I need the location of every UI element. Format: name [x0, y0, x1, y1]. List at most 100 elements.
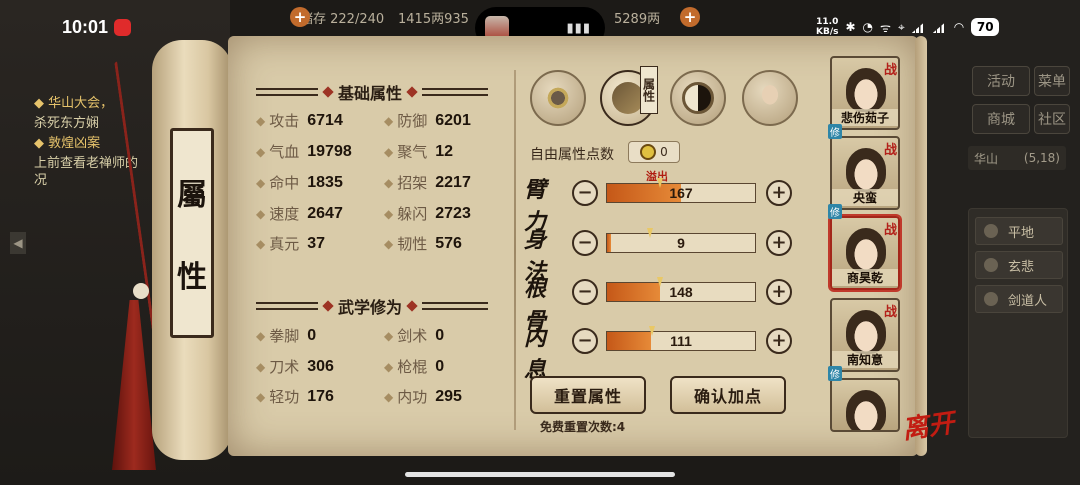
cultivate-badge: 修: [828, 204, 842, 219]
quest-line-1[interactable]: ◆ 华山大会，: [34, 92, 113, 111]
decrease-button[interactable]: −: [572, 180, 598, 206]
app-notification-icon: [114, 19, 131, 36]
hero-card-selected[interactable]: 战商昊乾: [830, 216, 900, 290]
cultivate-badge: 修: [828, 366, 842, 381]
increase-button[interactable]: +: [766, 230, 792, 256]
silver-counter: 1415两935: [398, 6, 469, 28]
community-button[interactable]: 社区: [1034, 104, 1070, 134]
hero-card[interactable]: [830, 378, 900, 432]
location-row: 华山 (5,18): [968, 146, 1066, 170]
hero-portrait-icon[interactable]: [530, 70, 586, 126]
cultivate-badge: 修: [828, 124, 842, 139]
hero-card[interactable]: 战央蛮: [830, 136, 900, 210]
place-item[interactable]: 平地: [975, 217, 1063, 245]
net-speed: 11.0 KB/s: [816, 17, 839, 37]
hero-card[interactable]: 战南知意: [830, 298, 900, 372]
decrease-button[interactable]: −: [572, 279, 598, 305]
stat-bar: 148: [606, 277, 756, 302]
quest-line-3[interactable]: ◆ 敦煌凶案: [34, 132, 100, 151]
stat-row-strength: 臂力 − 167 +: [524, 172, 794, 235]
place-item[interactable]: 玄悲: [975, 251, 1063, 279]
place-label: 玄悲: [1008, 259, 1035, 275]
menu-button[interactable]: 菜单: [1034, 66, 1070, 96]
place-label: 平地: [1008, 225, 1035, 241]
place-label: 剑道人: [1008, 293, 1048, 309]
hero-name: 央蛮: [832, 189, 898, 206]
martial-fist: ◆ 拳脚 0: [256, 326, 317, 346]
wifi-icon: ◠: [953, 20, 965, 34]
hero-portrait: [846, 390, 886, 430]
stat-value: 148: [669, 284, 693, 300]
martial-blade: ◆ 刀术 306: [256, 357, 334, 377]
stat-bar: 167: [606, 178, 756, 203]
attr-attack: ◆ 攻击 6714: [256, 111, 343, 131]
attr-defense: ◆ 防御 6201: [384, 111, 471, 131]
panel-divider: [514, 70, 516, 430]
quest-line-4[interactable]: 上前查看老禅师的: [34, 152, 138, 171]
scroll-title-char: 性: [177, 260, 207, 295]
activity-button[interactable]: 活动: [972, 66, 1030, 96]
battle-badge: 战: [883, 223, 897, 238]
alarm-icon: ◔: [862, 20, 874, 34]
collapse-arrow-icon[interactable]: ◀: [10, 232, 26, 254]
hero-card[interactable]: 战悲伤茹子: [830, 56, 900, 130]
increase-button[interactable]: +: [766, 328, 792, 354]
add-gold-icon[interactable]: +: [680, 7, 700, 27]
martial-header: 武学修为: [256, 294, 489, 318]
leave-button[interactable]: 离开: [900, 403, 957, 447]
scroll-title-char: 屬: [177, 178, 207, 213]
quest-line-2[interactable]: 杀死东方娴: [34, 112, 99, 131]
hero-name: 南知意: [832, 351, 898, 368]
confirm-points-button[interactable]: 确认加点: [670, 376, 786, 414]
attr-hit: ◆ 命中 1835: [256, 173, 343, 193]
silver-text: 1415两935: [398, 11, 469, 27]
quest-line-5[interactable]: 况: [34, 169, 47, 188]
shop-button[interactable]: 商城: [972, 104, 1030, 134]
attr-parry: ◆ 招架 2217: [384, 173, 471, 193]
tassel-bead: [133, 283, 149, 299]
nfc-icon: ᯤ: [880, 20, 891, 35]
place-item[interactable]: 剑道人: [975, 285, 1063, 313]
attr-gather: ◆ 聚气 12: [384, 142, 454, 162]
add-storage-icon[interactable]: +: [290, 7, 310, 27]
clock: 10:01: [62, 17, 109, 37]
martial-spear: ◆ 枪棍 0: [384, 357, 445, 377]
gold-text: 5289两: [614, 11, 661, 27]
battery-indicator: 70: [971, 18, 1000, 36]
basic-attributes-header: 基础属性: [256, 80, 489, 104]
attr-dodge: ◆ 躲闪 2723: [384, 204, 471, 224]
reset-attributes-button[interactable]: 重置属性: [530, 376, 646, 414]
hd-icon: ⌖: [898, 19, 905, 34]
place-icon: [984, 224, 998, 238]
increase-button[interactable]: +: [766, 180, 792, 206]
decrease-button[interactable]: −: [572, 230, 598, 256]
bottom-nav-shadow: [230, 446, 830, 485]
decrease-button[interactable]: −: [572, 328, 598, 354]
free-points-value: 0: [628, 141, 680, 163]
stat-name: 内息: [524, 325, 547, 383]
home-indicator[interactable]: [405, 472, 675, 477]
place-list: 平地 玄悲 剑道人: [968, 208, 1068, 438]
martial-sword: ◆ 剑术 0: [384, 326, 445, 346]
ornament: [422, 88, 489, 96]
ornament: [256, 302, 318, 310]
stat-row-inner-breath: 内息 − 111 +: [524, 320, 794, 383]
battle-badge: 战: [883, 143, 897, 158]
location-name: 华山: [974, 151, 999, 166]
ornament-dot: [322, 86, 334, 98]
battle-badge: 战: [883, 305, 897, 320]
section-title-text: 基础属性: [338, 84, 403, 103]
stat-value: 111: [670, 333, 692, 349]
meridian-body-icon[interactable]: [742, 70, 798, 126]
hero-portrait: [846, 228, 886, 272]
ornament-dot: [406, 300, 418, 312]
attr-speed: ◆ 速度 2647: [256, 204, 343, 224]
free-points-number: 0: [660, 145, 668, 159]
tab-attributes-label[interactable]: 属性: [640, 66, 658, 114]
hero-name: 悲伤茹子: [832, 109, 898, 126]
increase-button[interactable]: +: [766, 279, 792, 305]
bagua-icon[interactable]: [670, 70, 726, 126]
free-points-label: 自由属性点数: [530, 147, 614, 163]
stat-bar: 111: [606, 326, 756, 351]
ornament: [256, 88, 318, 96]
